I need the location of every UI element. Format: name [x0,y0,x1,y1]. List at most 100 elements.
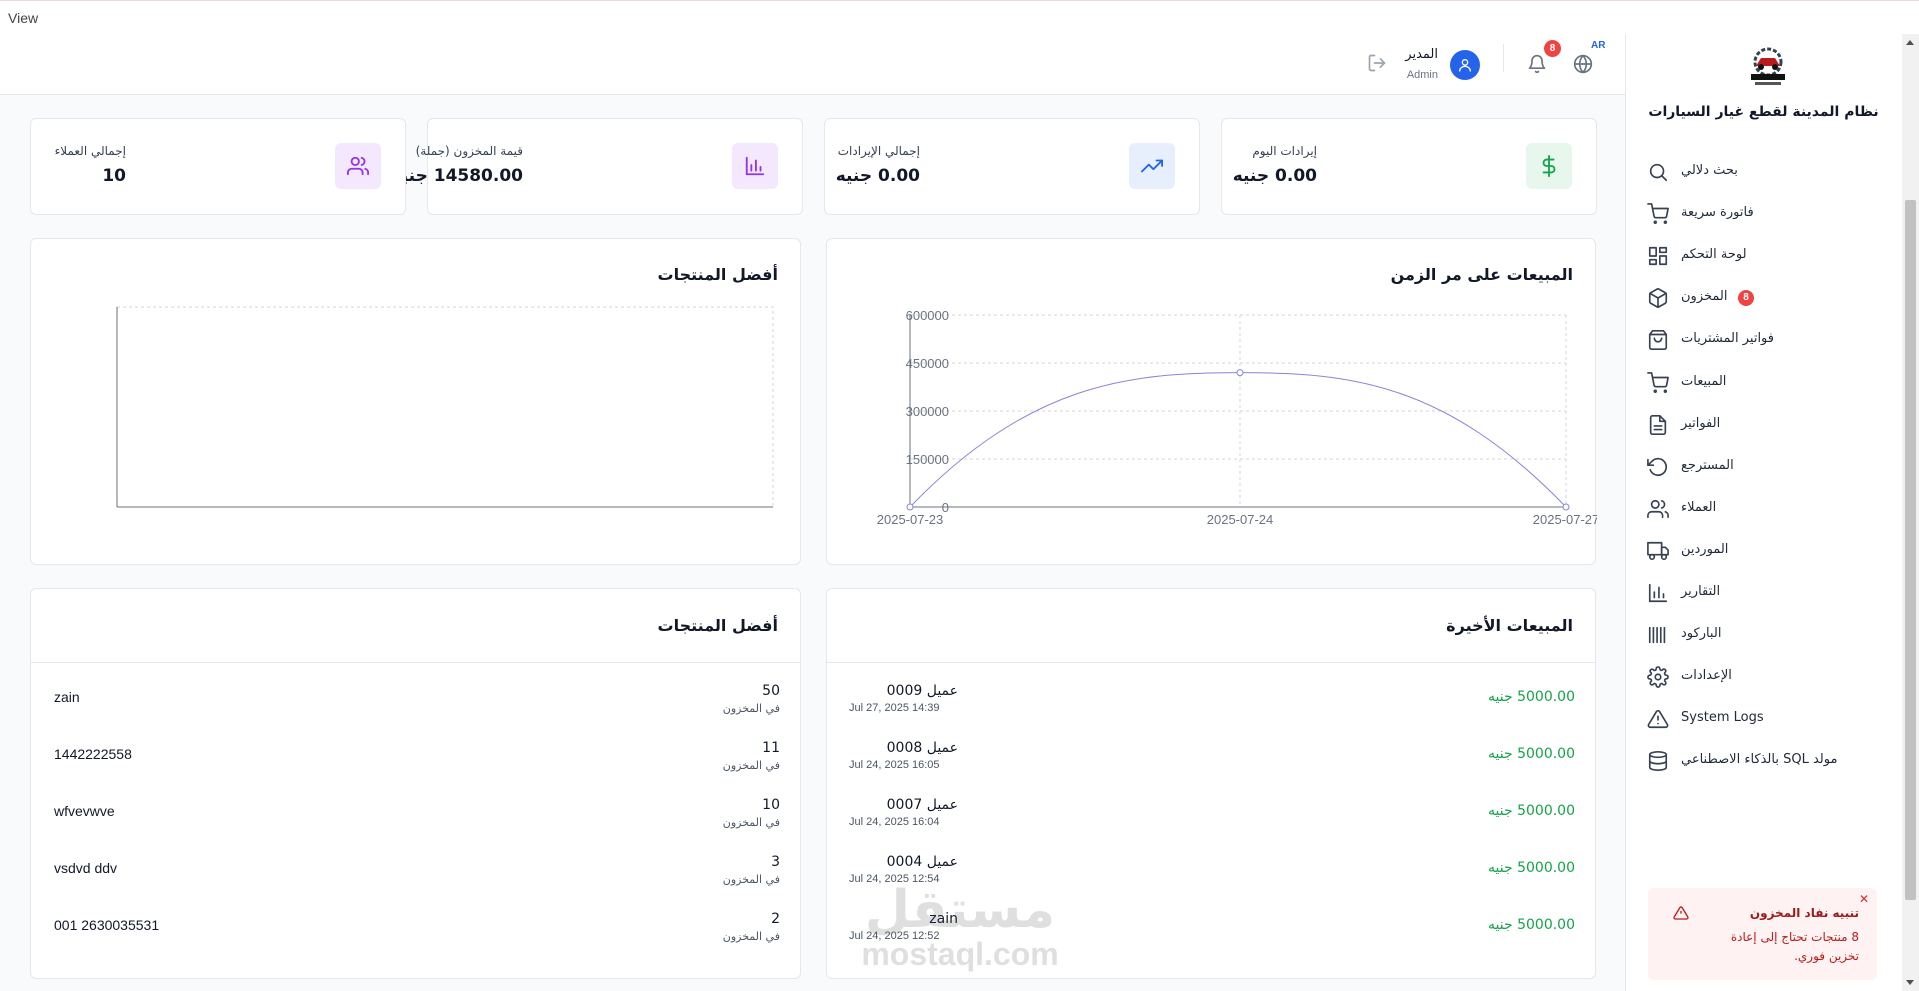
sale-customer: zain [929,911,958,927]
user-name: المدير [1405,47,1438,62]
top-products-chart-card: أفضل المنتجات [30,238,801,565]
sale-customer: عميل 0007 [886,797,958,813]
rotate-icon [1647,457,1668,477]
stat-card: قيمة المخزون (جملة) 14580.00 جنيه [391,118,803,215]
sidebar-item-10[interactable]: التقارير [1645,576,1885,610]
sale-date: Jul 24, 2025 12:54 [849,873,940,885]
language-button[interactable] [1571,52,1595,76]
product-qty: 11 [762,740,780,756]
avatar[interactable] [1450,50,1480,80]
recent-sale-row[interactable]: zain Jul 24, 2025 12:52 5000.00 جنيه [827,911,1597,967]
x-tick-label: 2025-07-24 [1207,512,1274,527]
logout-button[interactable] [1366,52,1388,74]
sidebar-item-3[interactable]: المخزون 8 [1645,281,1885,315]
sale-customer: عميل 0008 [886,740,958,756]
sidebar-item-8[interactable]: العملاء [1645,492,1885,526]
sidebar-item-label: التقارير [1681,584,1721,599]
user-role: Admin [1406,69,1438,81]
recent-sale-row[interactable]: عميل 0009 Jul 27, 2025 14:39 5000.00 جنيه [827,683,1597,739]
product-stock-label: في المخزون [722,816,780,829]
sidebar-item-label: System Logs [1681,710,1764,725]
stat-value: 0.00 جنيه [835,166,920,186]
bar-chart-icon [745,156,765,176]
logout-icon [1368,54,1386,72]
sidebar-item-0[interactable]: بحث دلالي [1645,155,1885,189]
users-icon [347,156,369,176]
car-logo-icon [1751,47,1785,85]
product-stock-label: في المخزون [722,702,780,715]
y-tick-label: 450000 [906,356,949,371]
warning-icon [1673,906,1689,920]
sale-customer: عميل 0004 [886,854,958,870]
scrollbar-thumb[interactable] [1905,200,1916,900]
sidebar-item-label: لوحة التحكم [1681,247,1747,262]
sidebar-item-label: فواتير المشتريات [1681,331,1774,346]
warning-icon [1647,709,1669,729]
sidebar-item-5[interactable]: المبيعات [1645,366,1885,400]
product-qty: 2 [771,911,780,927]
sidebar-item-2[interactable]: لوحة التحكم [1645,239,1885,273]
divider [31,662,800,663]
sidebar-item-1[interactable]: فاتورة سريعة [1645,197,1885,231]
sales-data-point [1562,503,1570,511]
top-product-row[interactable]: vsdvd ddv 3 في المخزون [31,854,802,910]
user-icon [1459,59,1471,72]
recent-sale-row[interactable]: عميل 0007 Jul 24, 2025 16:04 5000.00 جنيه [827,797,1597,853]
sales-chart-card: المبيعات على مر الزمن 0 150000 300000 45000… [826,238,1597,565]
recent-sale-row[interactable]: عميل 0004 Jul 24, 2025 12:54 5000.00 جنيه [827,854,1597,910]
stat-label: إجمالي الإيرادات [837,144,920,158]
close-alert-button[interactable]: ✕ [1859,892,1869,906]
stat-label: إيرادات اليوم [1252,144,1317,158]
alert-message: 8 منتجات تحتاج إلى إعادة تخزين فوري. [1730,930,1859,963]
sidebar-item-7[interactable]: المسترجع [1645,450,1885,484]
cart-icon [1647,372,1669,393]
top-product-row[interactable]: 001 2630035531 2 في المخزون [31,911,802,967]
sale-amount: 5000.00 جنيه [1488,746,1575,762]
notification-badge: 8 [1544,40,1561,57]
sidebar-item-4[interactable]: فواتير المشتريات [1645,323,1885,357]
top-product-row[interactable]: zain 50 في المخزون [31,683,802,739]
sidebar-item-12[interactable]: الإعدادات [1645,660,1885,694]
sidebar-item-label: بحث دلالي [1681,163,1738,178]
stat-label: إجمالي العملاء [54,144,126,158]
truck-icon [1647,541,1669,561]
sidebar-item-11[interactable]: الباركود [1645,618,1885,652]
shopping-bag-icon [1648,330,1668,350]
barcode-icon [1648,626,1666,644]
top-products-bar-chart [116,306,774,508]
sidebar-item-label: فاتورة سريعة [1681,205,1754,220]
product-name: 1442222558 [54,746,132,762]
language-code: AR [1591,40,1606,51]
dashboard-icon [1648,246,1668,266]
product-stock-label: في المخزون [722,759,780,772]
dollar-icon [1542,155,1556,177]
low-stock-alert: ✕ تنبيه نفاد المخزون 8 منتجات تحتاج إلى … [1648,888,1877,980]
x-tick-label: 2025-07-23 [877,512,944,527]
product-name: wfvevwve [54,803,115,819]
alert-title: تنبيه نفاد المخزون [1749,906,1859,920]
sidebar-item-14[interactable]: مولد SQL بالذكاء الاصطناعي [1645,744,1885,778]
product-name: 001 2630035531 [54,917,160,933]
stat-label: قيمة المخزون (جملة) [415,144,523,158]
app-title: نظام المدينة لقطع غيار السيارات [1648,104,1879,120]
top-product-row[interactable]: wfvevwve 10 في المخزون [31,797,802,853]
box-icon [1648,288,1668,308]
recent-sale-row[interactable]: عميل 0008 Jul 24, 2025 16:05 5000.00 جنيه [827,740,1597,796]
sale-amount: 5000.00 جنيه [1488,689,1575,705]
sales-series-line [909,372,1567,508]
scrollbar[interactable] [1902,34,1919,991]
sidebar-item-9[interactable]: الموردين [1645,534,1885,568]
top-product-row[interactable]: 1442222558 11 في المخزون [31,740,802,796]
sale-date: Jul 27, 2025 14:39 [849,702,940,714]
sidebar-item-label: العملاء [1681,500,1717,515]
header-divider [1503,44,1504,72]
sidebar-item-label: المبيعات [1681,374,1727,389]
sales-line-chart: 01500003000004500006000002025-07-23 2025-… [877,308,1597,527]
cart-icon [1647,203,1669,224]
sale-date: Jul 24, 2025 16:05 [849,759,940,771]
sidebar-item-6[interactable]: الفواتير [1645,408,1885,442]
view-menu[interactable]: View [8,10,38,26]
sidebar-item-13[interactable]: System Logs [1645,702,1885,736]
sidebar-item-label: الموردين [1681,542,1729,557]
notifications-button[interactable] [1525,52,1549,76]
